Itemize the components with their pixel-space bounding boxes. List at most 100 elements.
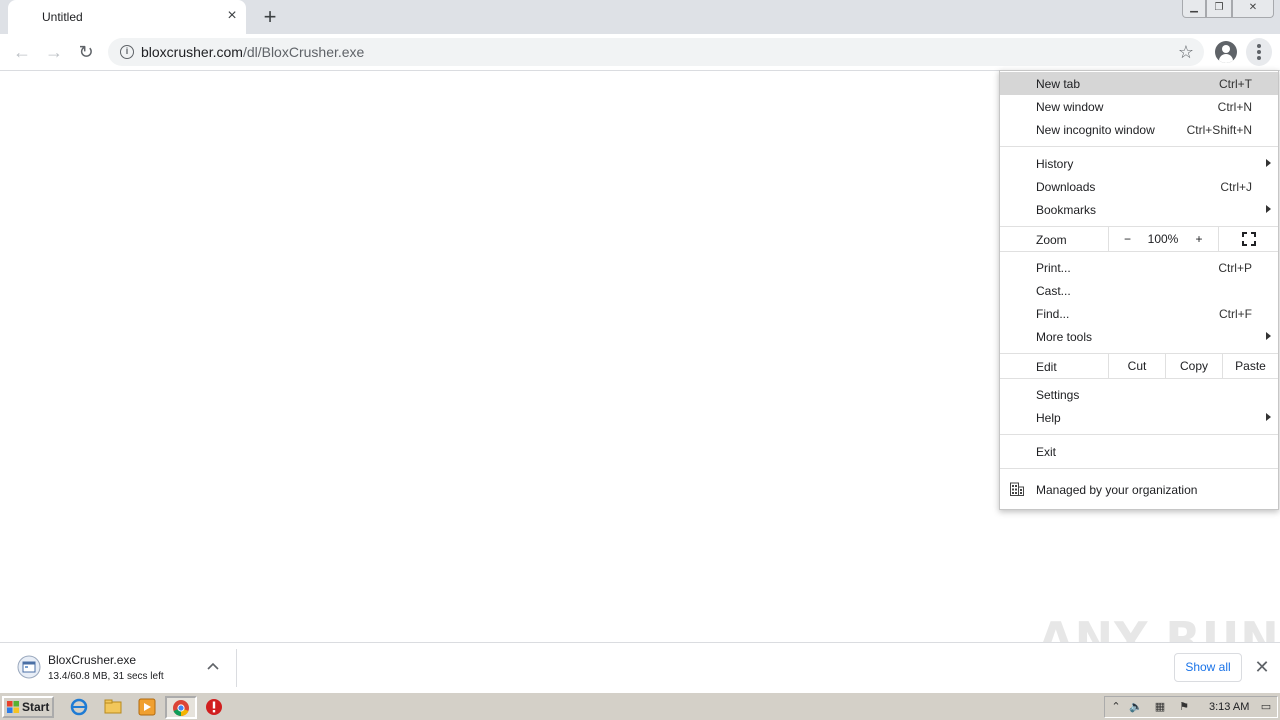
exe-file-icon bbox=[17, 655, 41, 679]
close-download-bar-icon[interactable]: ✕ bbox=[1252, 657, 1272, 677]
download-filename[interactable]: BloxCrusher.exe bbox=[48, 653, 136, 667]
show-desktop-icon[interactable]: ▭ bbox=[1259, 700, 1273, 714]
fullscreen-button[interactable] bbox=[1218, 227, 1278, 251]
chrome-icon bbox=[173, 700, 189, 717]
menu-separator bbox=[1000, 468, 1278, 469]
minimize-button[interactable]: ▁ bbox=[1182, 0, 1206, 18]
menu-item-label: New window bbox=[1036, 100, 1104, 114]
menu-item-shortcut: Ctrl+T bbox=[1219, 77, 1252, 91]
reload-icon[interactable]: ↻ bbox=[74, 40, 98, 64]
menu-item-settings[interactable]: Settings bbox=[1000, 383, 1278, 406]
menu-item-label: More tools bbox=[1036, 330, 1093, 344]
menu-item-shortcut: Ctrl+Shift+N bbox=[1186, 123, 1252, 137]
windows-taskbar: Start ⌃ 🔈 ▦ ⚑ 3:13 AM ▭ bbox=[0, 692, 1280, 720]
info-icon[interactable]: i bbox=[120, 45, 134, 59]
folder-icon[interactable] bbox=[104, 698, 122, 716]
tab-close-icon[interactable]: × bbox=[224, 8, 240, 24]
url-domain: bloxcrusher.com bbox=[141, 44, 243, 60]
menu-item-label: History bbox=[1036, 157, 1074, 171]
tab-title: Untitled bbox=[42, 10, 83, 24]
submenu-arrow-icon bbox=[1266, 205, 1271, 213]
menu-item-label: Managed by your organization bbox=[1036, 483, 1198, 497]
menu-zoom-row: Zoom − 100% + bbox=[1000, 227, 1278, 251]
menu-item-label: Downloads bbox=[1036, 180, 1096, 194]
zoom-out-button[interactable]: − bbox=[1108, 227, 1146, 251]
menu-dot bbox=[1257, 56, 1261, 60]
forward-arrow-icon[interactable]: → bbox=[42, 40, 66, 64]
zoom-in-button[interactable]: + bbox=[1180, 227, 1218, 251]
chevron-up-icon[interactable] bbox=[205, 658, 221, 674]
show-all-button[interactable]: Show all bbox=[1174, 653, 1242, 682]
menu-item-managed[interactable]: Managed by your organization bbox=[1000, 478, 1278, 501]
menu-item-label: Help bbox=[1036, 411, 1061, 425]
building-icon bbox=[1010, 482, 1024, 496]
menu-item-downloads[interactable]: Downloads Ctrl+J bbox=[1000, 175, 1278, 198]
menu-dot bbox=[1257, 44, 1261, 48]
url-text: bloxcrusher.com/dl/BloxCrusher.exe bbox=[141, 44, 364, 60]
submenu-arrow-icon bbox=[1266, 413, 1271, 421]
clock[interactable]: 3:13 AM bbox=[1209, 701, 1249, 713]
menu-item-bookmarks[interactable]: Bookmarks bbox=[1000, 198, 1278, 221]
start-label: Start bbox=[22, 700, 50, 714]
title-bar: Untitled × + ▁ ❐ ✕ bbox=[0, 0, 1280, 34]
menu-item-print[interactable]: Print... Ctrl+P bbox=[1000, 256, 1278, 279]
tray-expand-icon[interactable]: ⌃ bbox=[1109, 700, 1123, 714]
menu-item-new-incognito[interactable]: New incognito window Ctrl+Shift+N bbox=[1000, 118, 1278, 141]
close-window-button[interactable]: ✕ bbox=[1232, 0, 1274, 18]
chrome-menu-button[interactable] bbox=[1246, 38, 1272, 66]
browser-tab[interactable]: Untitled × bbox=[8, 0, 246, 34]
media-player-icon[interactable] bbox=[138, 698, 156, 716]
menu-item-history[interactable]: History bbox=[1000, 152, 1278, 175]
menu-edit-row: Edit Cut Copy Paste bbox=[1000, 354, 1278, 378]
submenu-arrow-icon bbox=[1266, 332, 1271, 340]
copy-button[interactable]: Copy bbox=[1165, 354, 1222, 378]
windows-logo-icon bbox=[7, 701, 19, 713]
back-arrow-icon[interactable]: ← bbox=[10, 40, 34, 64]
menu-item-shortcut: Ctrl+F bbox=[1219, 307, 1252, 321]
zoom-value: 100% bbox=[1147, 232, 1179, 246]
address-bar[interactable]: i bloxcrusher.com/dl/BloxCrusher.exe ☆ bbox=[108, 38, 1204, 66]
edit-label: Edit bbox=[1036, 360, 1057, 374]
download-status: 13.4/60.8 MB, 31 secs left bbox=[48, 671, 164, 682]
menu-item-new-tab[interactable]: New tab Ctrl+T bbox=[1000, 72, 1278, 95]
start-button[interactable]: Start bbox=[2, 696, 54, 718]
menu-separator bbox=[1000, 146, 1278, 147]
menu-separator bbox=[1000, 378, 1278, 379]
menu-item-label: Bookmarks bbox=[1036, 203, 1097, 217]
profile-avatar-icon[interactable] bbox=[1215, 41, 1237, 63]
menu-item-label: Exit bbox=[1036, 445, 1057, 459]
volume-icon[interactable]: 🔈 bbox=[1129, 700, 1143, 714]
stop-alert-icon[interactable] bbox=[205, 698, 223, 716]
menu-item-exit[interactable]: Exit bbox=[1000, 440, 1278, 463]
menu-item-cast[interactable]: Cast... bbox=[1000, 279, 1278, 302]
browser-toolbar: ← → ↻ i bloxcrusher.com/dl/BloxCrusher.e… bbox=[0, 34, 1280, 71]
menu-item-label: Print... bbox=[1036, 261, 1071, 275]
download-divider bbox=[236, 649, 237, 687]
taskbar-chrome-button[interactable] bbox=[165, 696, 197, 719]
cut-button[interactable]: Cut bbox=[1108, 354, 1165, 378]
network-icon[interactable]: ▦ bbox=[1153, 700, 1167, 714]
menu-dot bbox=[1257, 50, 1261, 54]
url-path: /dl/BloxCrusher.exe bbox=[242, 44, 365, 60]
menu-separator bbox=[1000, 434, 1278, 435]
internet-explorer-icon[interactable] bbox=[70, 698, 88, 716]
menu-item-more-tools[interactable]: More tools bbox=[1000, 325, 1278, 348]
menu-item-find[interactable]: Find... Ctrl+F bbox=[1000, 302, 1278, 325]
menu-item-label: Find... bbox=[1036, 307, 1070, 321]
fullscreen-icon bbox=[1241, 232, 1256, 246]
system-tray: ⌃ 🔈 ▦ ⚑ 3:13 AM ▭ bbox=[1104, 696, 1278, 718]
menu-item-label: New tab bbox=[1036, 77, 1081, 91]
menu-item-label: Cast... bbox=[1036, 284, 1071, 298]
paste-button[interactable]: Paste bbox=[1222, 354, 1278, 378]
flag-icon[interactable]: ⚑ bbox=[1177, 700, 1191, 714]
menu-item-new-window[interactable]: New window Ctrl+N bbox=[1000, 95, 1278, 118]
restore-button[interactable]: ❐ bbox=[1206, 0, 1232, 18]
bookmark-star-icon[interactable]: ☆ bbox=[1178, 41, 1194, 63]
new-tab-button[interactable]: + bbox=[258, 5, 282, 29]
zoom-label: Zoom bbox=[1036, 233, 1067, 247]
menu-item-label: New incognito window bbox=[1036, 123, 1155, 137]
menu-item-help[interactable]: Help bbox=[1000, 406, 1278, 429]
download-bar: BloxCrusher.exe 13.4/60.8 MB, 31 secs le… bbox=[0, 642, 1280, 692]
window-controls: ▁ ❐ ✕ bbox=[1182, 0, 1274, 20]
menu-item-shortcut: Ctrl+P bbox=[1218, 261, 1252, 275]
